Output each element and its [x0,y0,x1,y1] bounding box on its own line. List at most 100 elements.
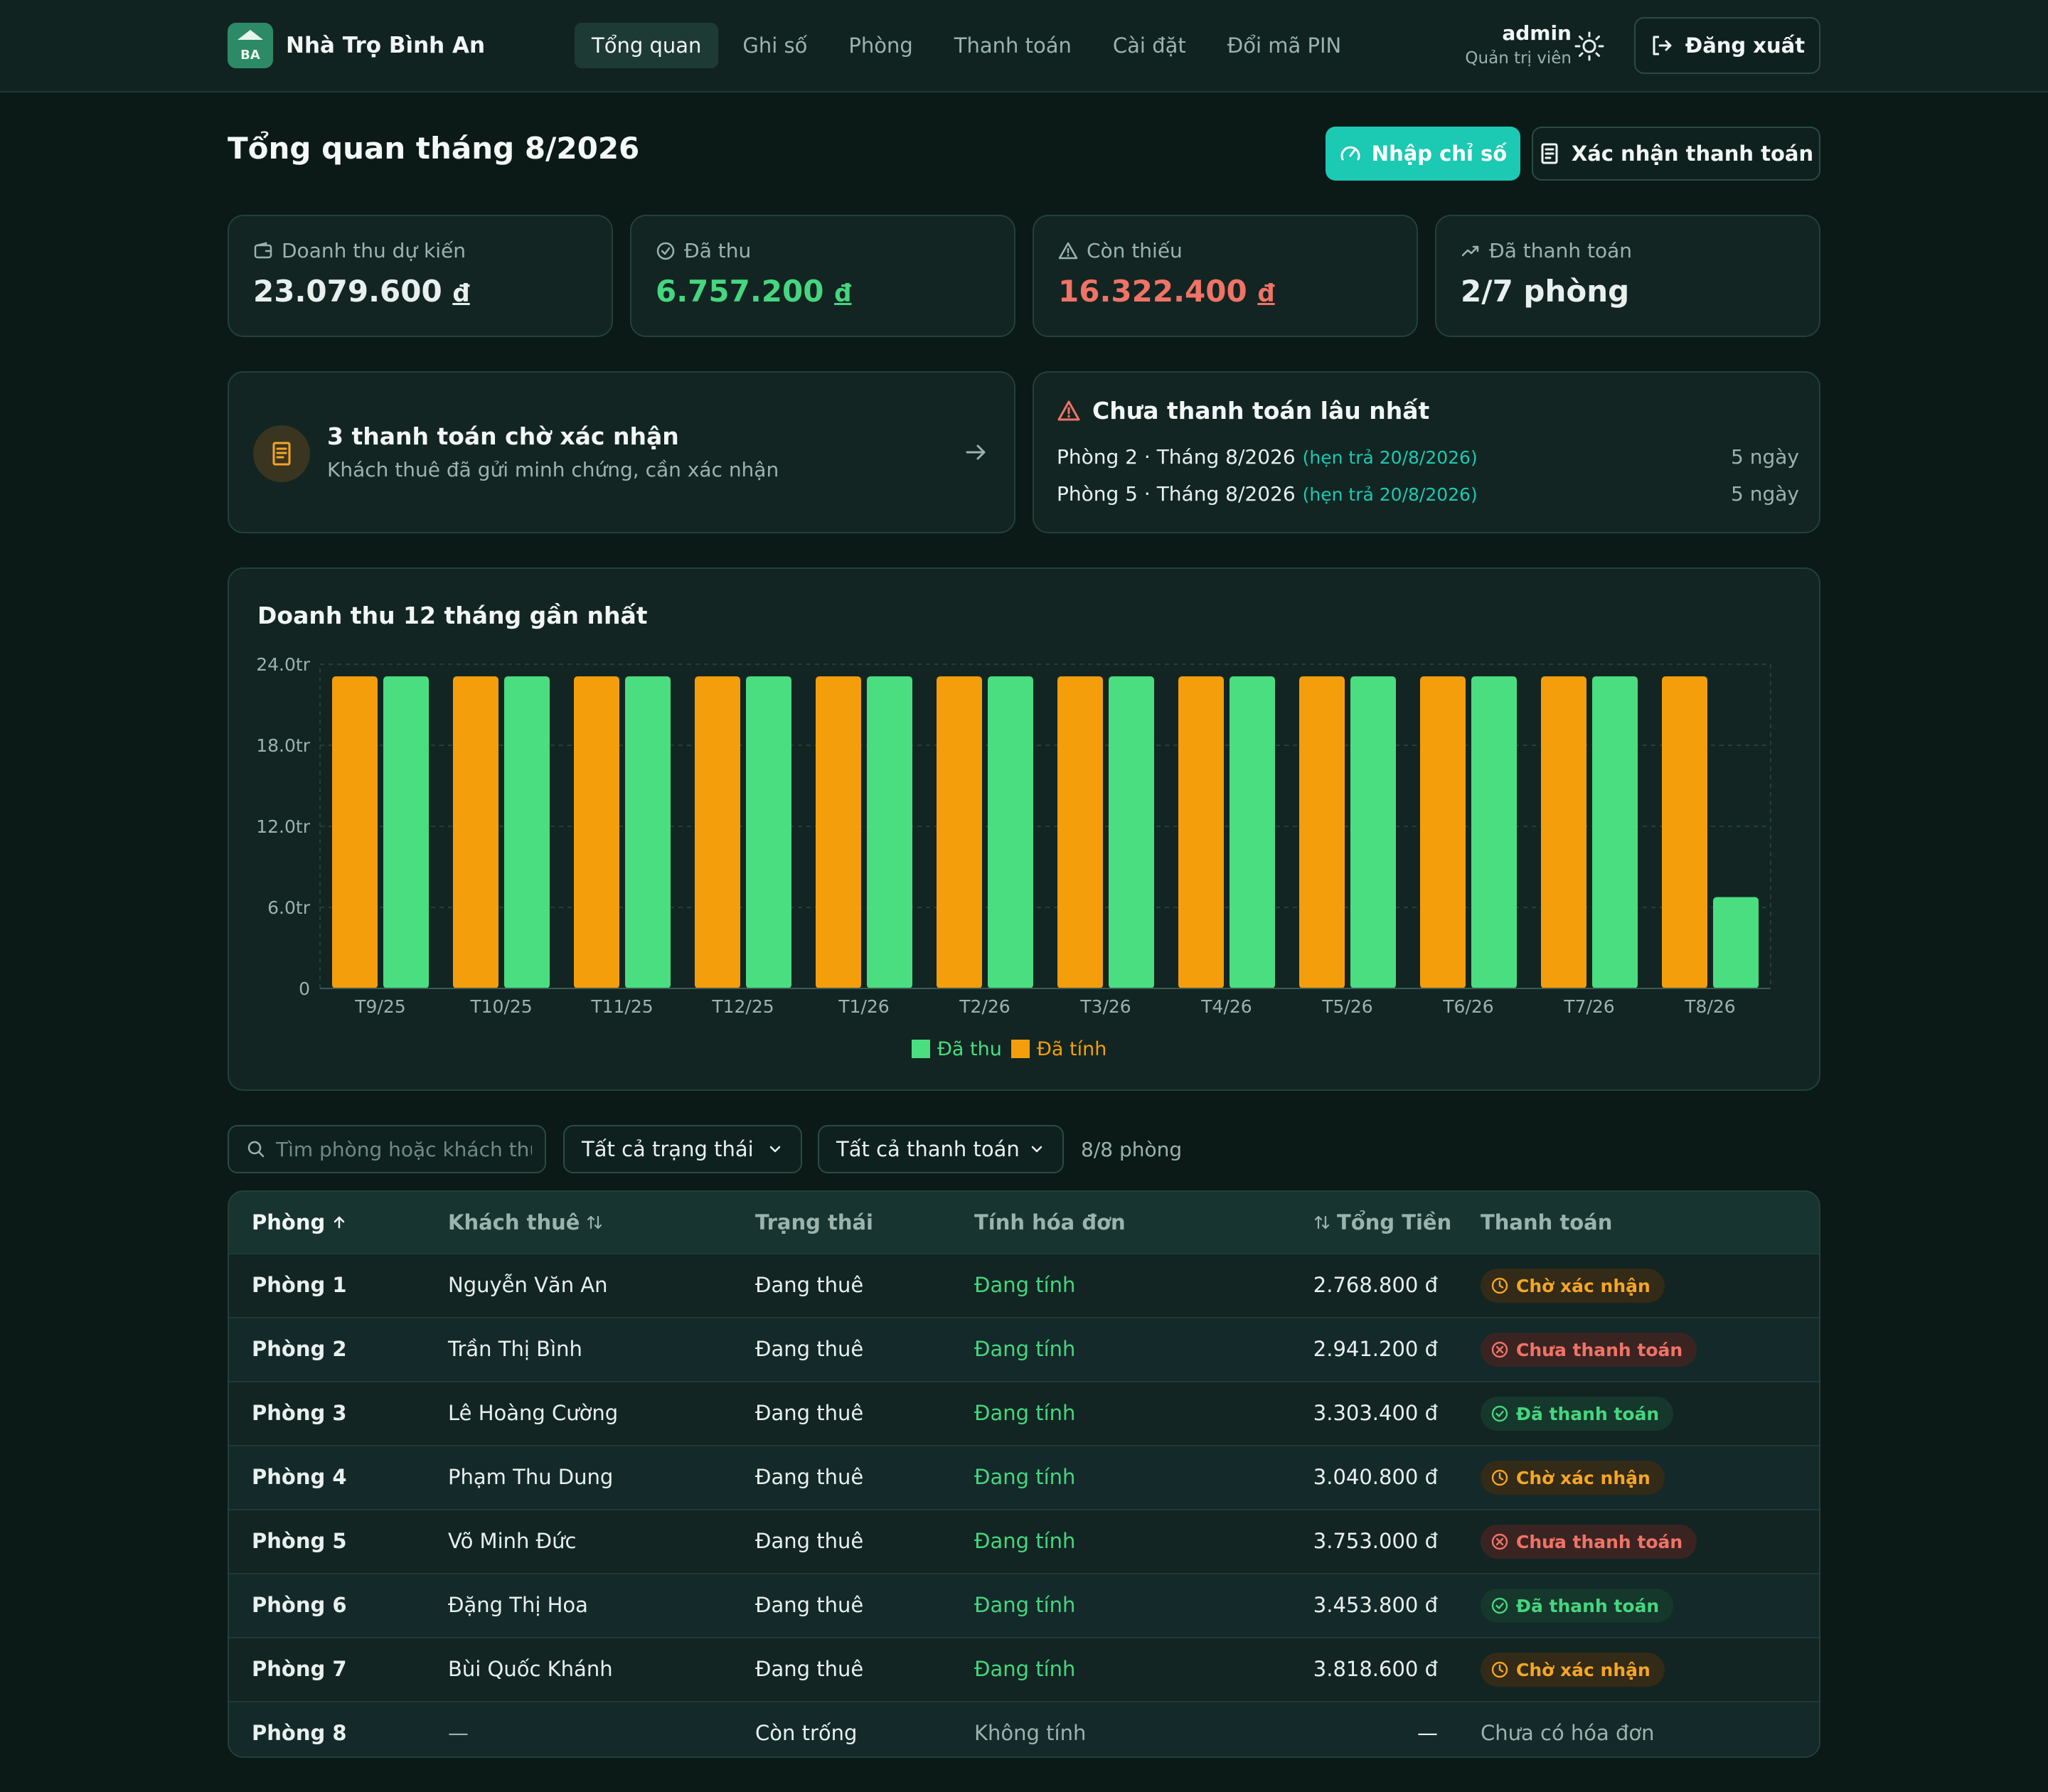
enter-readings-button[interactable]: Nhập chỉ số [1326,127,1520,181]
table-row[interactable]: Phòng 1 Nguyễn Văn An Đang thuê Đang tính 2.… [229,1253,1819,1317]
payment-status-badge: Chờ xác nhận [1481,1269,1665,1303]
room-cell: Phòng 1 [252,1273,347,1297]
table-row[interactable]: Phòng 8 — Còn trống Không tính — Chưa có hóa … [229,1701,1819,1756]
overdue-item[interactable]: Phòng 2 · Tháng 8/2026 (hẹn trả 20/8/2026… [1057,445,1799,469]
status-filter-select[interactable]: Tất cả trạng thái [563,1125,802,1173]
payment-status-badge: Đã thanh toán [1481,1397,1674,1431]
x-tick-label: T3/26 [1079,996,1131,1017]
logout-button[interactable]: Đăng xuất [1634,17,1820,74]
rooms-table: Phòng Khách thuê Trạng thái Tính hóa đơn… [228,1190,1820,1758]
x-circle-icon [1491,1533,1508,1550]
column-header-total[interactable]: Tổng Tiền [1313,1210,1451,1234]
brand-logo-text: BA [240,48,260,63]
bar-billed [1662,676,1707,988]
theme-toggle-button[interactable] [1572,28,1607,64]
status-cell: Đang thuê [755,1529,864,1553]
check-circle-icon [1491,1597,1508,1614]
status-filter-value: Tất cả trạng thái [582,1137,754,1161]
y-tick-label: 0 [299,978,310,999]
legend-swatch-collected [912,1040,930,1058]
pending-confirmations-card[interactable]: 3 thanh toán chờ xác nhận Khách thuê đã … [228,371,1015,533]
nav-change-pin[interactable]: Đổi mã PIN [1210,23,1358,68]
nav-overview[interactable]: Tổng quan [575,23,719,68]
trend-up-icon [1461,245,1479,256]
enter-readings-label: Nhập chỉ số [1371,142,1508,166]
clock-icon [1491,1661,1508,1678]
status-cell: Đang thuê [755,1657,864,1681]
bar-billed [453,676,498,988]
status-cell: Đang thuê [755,1465,864,1489]
stat-value: 6.757.200 đ [656,274,852,309]
room-cell: Phòng 6 [252,1593,347,1617]
tenant-cell: Trần Thị Bình [448,1337,582,1361]
top-navbar: BA Nhà Trọ Bình An Tổng quan Ghi số Phòn… [0,0,2048,92]
search-box[interactable] [228,1125,546,1173]
nav-readings[interactable]: Ghi số [725,23,824,68]
x-tick-label: T11/25 [590,996,653,1017]
total-cell: 3.303.400 đ [1313,1401,1438,1425]
x-tick-label: T1/26 [838,996,889,1017]
tenant-cell: Lê Hoàng Cường [448,1401,619,1425]
bar-billed [1420,676,1466,988]
table-row[interactable]: Phòng 6 Đặng Thị Hoa Đang thuê Đang tính 3.4… [229,1573,1819,1637]
table-row[interactable]: Phòng 3 Lê Hoàng Cường Đang thuê Đang tính 3… [229,1381,1819,1445]
search-input[interactable] [276,1137,532,1161]
tenant-cell: Phạm Thu Dung [448,1465,614,1489]
room-cell: Phòng 2 [252,1337,347,1361]
tenant-cell: Võ Minh Đức [448,1529,577,1553]
payment-status-badge: Chờ xác nhận [1481,1653,1665,1687]
confirm-payment-label: Xác nhận thanh toán [1571,142,1814,166]
table-row[interactable]: Phòng 7 Bùi Quốc Khánh Đang thuê Đang tính 3… [229,1637,1819,1701]
brand[interactable]: BA Nhà Trọ Bình An [228,23,485,68]
table-row[interactable]: Phòng 4 Phạm Thu Dung Đang thuê Đang tính 3.… [229,1445,1819,1509]
stat-label: Doanh thu dự kiến [282,239,466,262]
column-header-status: Trạng thái [755,1210,873,1234]
stat-paid-rooms: Đã thanh toán 2/7 phòng [1435,215,1820,337]
nav-payments[interactable]: Thanh toán [937,23,1089,68]
confirm-payment-button[interactable]: Xác nhận thanh toán [1532,127,1820,181]
overdue-item[interactable]: Phòng 5 · Tháng 8/2026 (hẹn trả 20/8/2026… [1057,482,1799,506]
nav-rooms[interactable]: Phòng [831,23,929,68]
column-header-room[interactable]: Phòng [252,1210,348,1234]
status-cell: Đang thuê [755,1337,864,1361]
bar-billed [816,676,861,988]
stat-label: Đã thu [684,239,752,262]
sort-icon [1314,1215,1330,1230]
logout-icon [1653,36,1672,55]
bar-billed [695,676,740,988]
stat-value: 2/7 phòng [1461,274,1630,309]
billing-cell: Đang tính [974,1273,1076,1297]
total-cell: 3.040.800 đ [1313,1465,1438,1489]
main-nav: Tổng quan Ghi số Phòng Thanh toán Cài đặ… [575,23,1358,68]
bar-billed [1178,676,1224,988]
filter-bar: Tất cả trạng thái Tất cả thanh toán 8/8 … [228,1125,1820,1173]
revenue-chart-card: Doanh thu 12 tháng gần nhất 0 6.0tr 12.0tr… [228,567,1820,1091]
status-cell: Đang thuê [755,1593,864,1617]
bar-collected [1350,676,1396,988]
chevron-down-icon [1031,1146,1042,1153]
payment-filter-select[interactable]: Tất cả thanh toán [818,1125,1064,1173]
stat-value: 16.322.400 đ [1058,274,1275,309]
billing-cell: Đang tính [974,1337,1076,1361]
tenant-cell: Bùi Quốc Khánh [448,1657,613,1681]
x-tick-label: T9/25 [354,996,405,1017]
table-row[interactable]: Phòng 2 Trần Thị Bình Đang thuê Đang tính 2.… [229,1317,1819,1381]
status-cell: Đang thuê [755,1273,864,1297]
check-circle-icon [1491,1405,1508,1422]
bar-collected [383,676,429,988]
nav-settings[interactable]: Cài đặt [1096,23,1203,68]
table-row[interactable]: Phòng 5 Võ Minh Đức Đang thuê Đang tính 3.75… [229,1509,1819,1573]
bar-billed [1541,676,1586,988]
room-cell: Phòng 3 [252,1401,347,1425]
sun-icon [1574,31,1604,61]
x-tick-label: T6/26 [1442,996,1493,1017]
y-tick-label: 12.0tr [256,816,310,837]
payment-status-badge: Chờ xác nhận [1481,1461,1665,1495]
bar-collected [746,676,791,988]
stat-collected: Đã thu 6.757.200 đ [630,215,1015,337]
billing-cell: Đang tính [974,1465,1076,1489]
alert-triangle-icon [1057,400,1080,420]
billing-cell: Đang tính [974,1657,1076,1681]
bar-collected [867,676,912,988]
column-header-tenant[interactable]: Khách thuê [448,1210,604,1234]
